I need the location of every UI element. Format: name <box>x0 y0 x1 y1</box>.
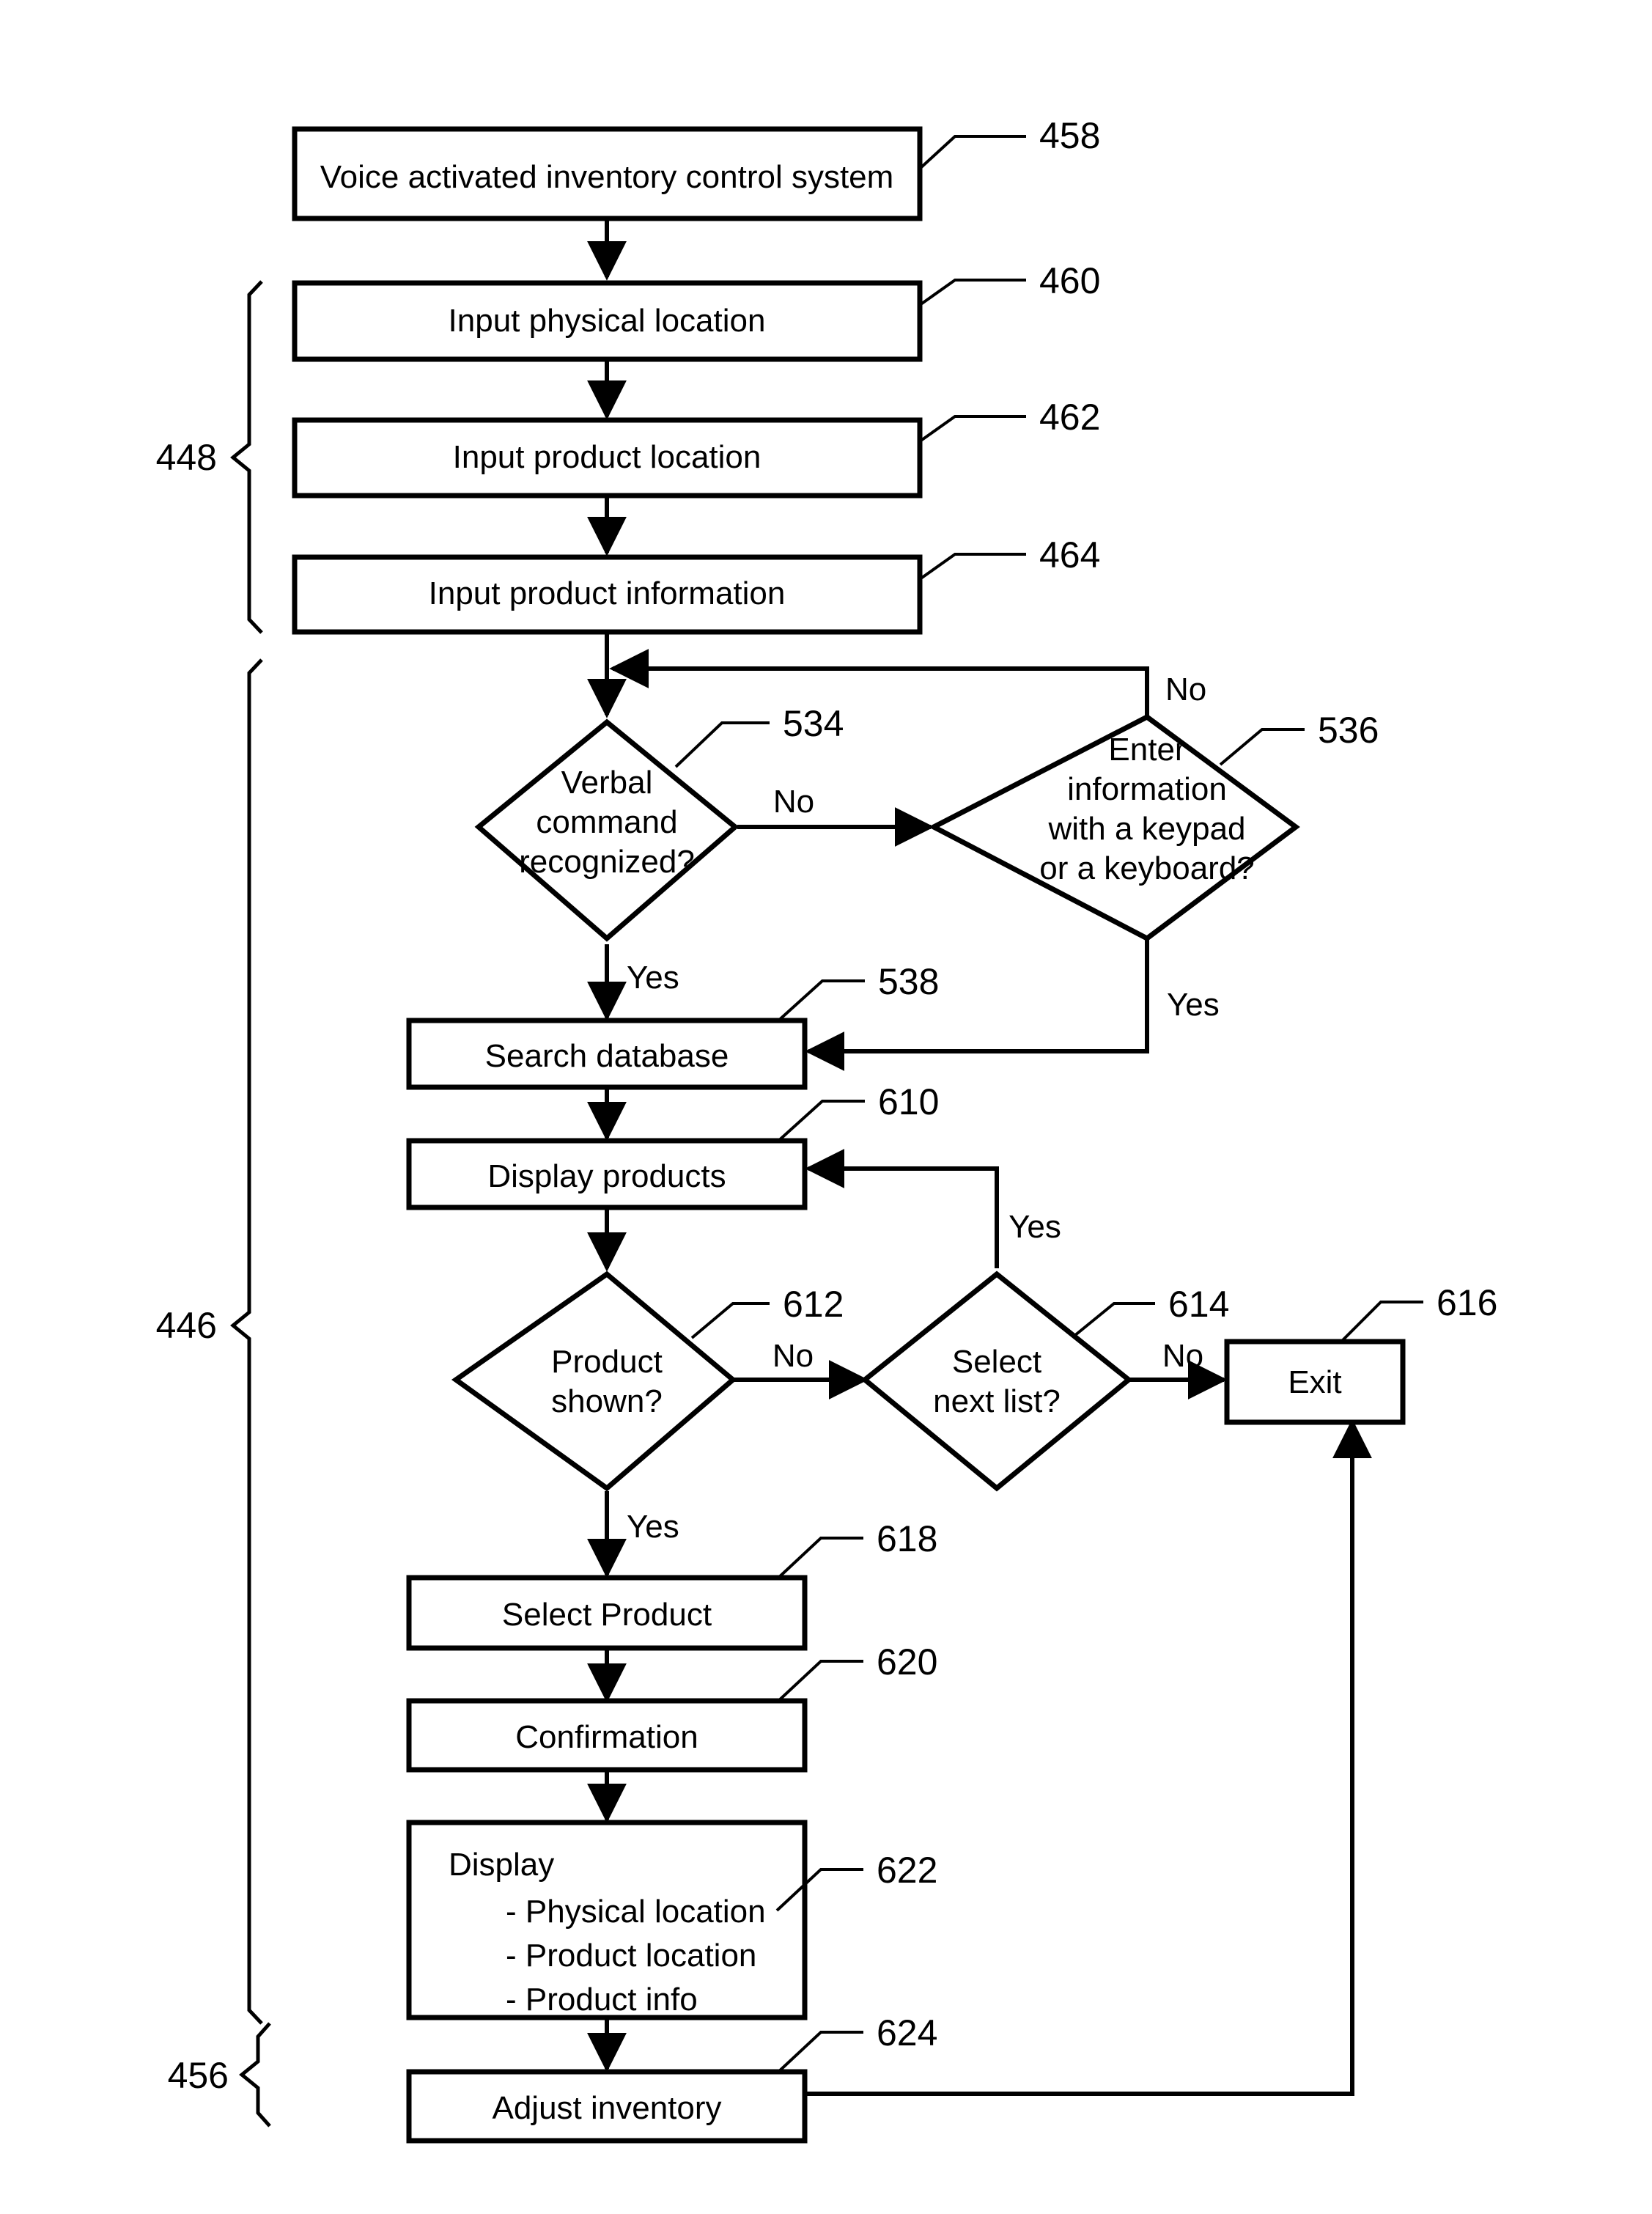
node-622-line-1: Display <box>449 1847 554 1883</box>
node-458-label: Voice activated inventory control system <box>320 159 894 195</box>
branch-614-no: No <box>1162 1338 1203 1374</box>
branch-612-no: No <box>772 1338 814 1374</box>
ref-534: 534 <box>783 703 844 744</box>
node-460[interactable]: Input physical location 460 <box>292 260 1100 362</box>
connector-614-yes-to-610 <box>805 1149 999 1268</box>
ref-620: 620 <box>877 1641 937 1682</box>
node-614[interactable]: Select next list? 614 Yes No <box>860 1209 1229 1492</box>
node-624[interactable]: Adjust inventory 624 <box>406 2012 937 2144</box>
node-614-line-2: next list? <box>933 1383 1061 1419</box>
ref-610: 610 <box>878 1081 939 1122</box>
node-614-diamond[interactable] <box>860 1270 1133 1492</box>
ref-458: 458 <box>1039 115 1100 156</box>
node-536[interactable]: Enter information with a keypad or a key… <box>928 672 1379 1023</box>
node-616-label: Exit <box>1288 1364 1341 1400</box>
node-622[interactable]: Display - Physical location - Product lo… <box>406 1820 937 2020</box>
node-534[interactable]: Verbal command recognized? 534 No Yes <box>474 703 844 996</box>
node-612[interactable]: Product shown? 612 No Yes <box>451 1270 844 1545</box>
leader-614 <box>1073 1302 1155 1337</box>
leader-616 <box>1338 1301 1423 1345</box>
node-534-line-3: recognized? <box>519 844 695 880</box>
leader-534 <box>674 721 770 768</box>
node-624-label: Adjust inventory <box>492 2090 721 2126</box>
group-brace-456-label: 456 <box>168 2055 229 2096</box>
branch-614-yes: Yes <box>1008 1209 1061 1245</box>
node-612-diamond[interactable] <box>451 1270 737 1492</box>
node-610[interactable]: Display products 610 <box>406 1081 939 1210</box>
ref-614: 614 <box>1168 1284 1229 1325</box>
leader-462 <box>918 415 1026 443</box>
node-614-line-1: Select <box>952 1344 1041 1380</box>
leader-536 <box>1219 728 1305 766</box>
ref-462: 462 <box>1039 397 1100 438</box>
branch-534-yes: Yes <box>627 960 679 996</box>
node-616[interactable]: Exit 616 <box>1224 1282 1497 1425</box>
ref-612: 612 <box>783 1284 844 1325</box>
flowchart-svg: 448 446 456 Voice activated inventory co… <box>156 115 1497 2144</box>
group-brace-448: 448 <box>156 280 263 634</box>
node-620-label: Confirmation <box>515 1719 698 1755</box>
leader-610 <box>775 1100 865 1144</box>
ref-460: 460 <box>1039 260 1100 301</box>
node-610-label: Display products <box>487 1158 726 1194</box>
connector-536-yes-to-538 <box>805 937 1149 1071</box>
node-462-label: Input product location <box>453 439 762 475</box>
leader-620 <box>775 1660 863 1704</box>
patent-figure-sheet: 448 446 456 Voice activated inventory co… <box>0 0 1652 2214</box>
leader-460 <box>918 279 1026 306</box>
node-612-line-2: shown? <box>551 1383 663 1419</box>
leader-618 <box>775 1537 863 1581</box>
group-brace-448-label: 448 <box>156 437 217 478</box>
ref-618: 618 <box>877 1518 937 1559</box>
node-464[interactable]: Input product information 464 <box>292 534 1100 635</box>
ref-616: 616 <box>1437 1282 1497 1323</box>
group-brace-446: 446 <box>156 658 263 2025</box>
branch-612-yes: Yes <box>627 1509 679 1545</box>
node-464-label: Input product information <box>429 575 786 611</box>
node-622-line-4: - Product info <box>506 1982 698 2018</box>
node-618-label: Select Product <box>502 1597 712 1633</box>
ref-538: 538 <box>878 961 939 1002</box>
ref-536: 536 <box>1318 710 1379 751</box>
node-534-line-1: Verbal <box>561 765 653 801</box>
node-536-line-1: Enter <box>1108 732 1185 768</box>
leader-464 <box>918 553 1026 581</box>
node-622-line-3: - Product location <box>506 1938 756 1974</box>
leader-612 <box>690 1302 770 1339</box>
leader-538 <box>775 979 865 1023</box>
ref-622: 622 <box>877 1850 937 1891</box>
branch-534-no: No <box>773 784 814 820</box>
node-620[interactable]: Confirmation 620 <box>406 1641 937 1773</box>
group-brace-456: 456 <box>168 2022 271 2127</box>
ref-624: 624 <box>877 2012 937 2053</box>
node-536-line-4: or a keyboard? <box>1039 850 1255 886</box>
leader-624 <box>775 2031 863 2075</box>
group-brace-446-label: 446 <box>156 1305 217 1346</box>
node-458[interactable]: Voice activated inventory control system… <box>292 115 1100 221</box>
node-460-label: Input physical location <box>449 303 766 339</box>
connector-536-no-to-534 <box>609 649 1149 717</box>
leader-458 <box>918 135 1026 170</box>
branch-536-no: No <box>1165 672 1206 707</box>
ref-464: 464 <box>1039 534 1100 575</box>
node-622-line-2: - Physical location <box>506 1894 766 1930</box>
node-536-line-3: with a keypad <box>1047 811 1245 847</box>
node-462[interactable]: Input product location 462 <box>292 397 1100 499</box>
node-536-line-2: information <box>1067 771 1227 807</box>
node-538-label: Search database <box>485 1038 729 1074</box>
node-534-line-2: command <box>536 804 677 840</box>
branch-536-yes: Yes <box>1167 987 1220 1023</box>
node-612-line-1: Product <box>551 1344 663 1380</box>
